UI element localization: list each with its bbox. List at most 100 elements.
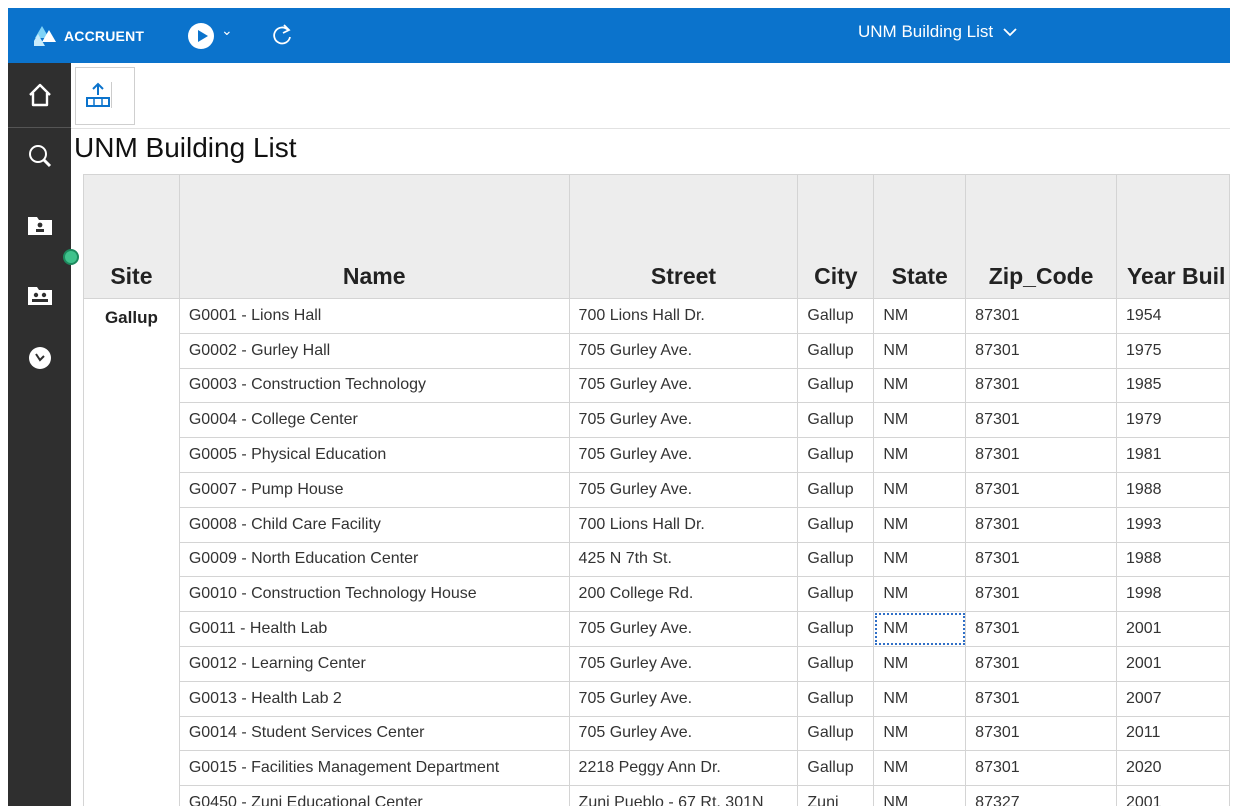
cell-name[interactable]: G0450 - Zuni Educational Center <box>178 785 570 806</box>
sidebar-item-home[interactable] <box>8 63 71 128</box>
cell-state[interactable]: NM <box>873 402 967 439</box>
cell-year-built[interactable]: 2020 <box>1115 750 1230 787</box>
cell-state[interactable]: NM <box>873 715 967 752</box>
run-menu-caret[interactable]: ⌄ <box>221 22 233 39</box>
cell-zip-code[interactable]: 87301 <box>965 680 1117 717</box>
table-row[interactable]: G0007 - Pump House 705 Gurley Ave. Gallup N… <box>84 471 1230 508</box>
cell-zip-code[interactable]: 87301 <box>965 437 1117 473</box>
column-header-year-built[interactable]: Year Buil <box>1115 174 1230 299</box>
table-row[interactable]: G0010 - Construction Technology House 200… <box>84 576 1230 613</box>
table-row[interactable]: G0005 - Physical Education 705 Gurley Ave… <box>84 437 1230 473</box>
redo-icon[interactable] <box>270 21 296 49</box>
cell-state[interactable]: NM <box>873 298 967 334</box>
cell-zip-code[interactable]: 87301 <box>965 750 1117 787</box>
cell-street[interactable]: 705 Gurley Ave. <box>568 367 799 404</box>
cell-year-built[interactable]: 1954 <box>1115 298 1230 334</box>
export-button[interactable] <box>75 67 135 125</box>
cell-year-built[interactable]: 1988 <box>1115 541 1230 578</box>
cell-city[interactable]: Gallup <box>797 750 875 787</box>
cell-city[interactable]: Gallup <box>797 645 875 682</box>
cell-city[interactable]: Gallup <box>797 298 875 334</box>
cell-name[interactable]: G0002 - Gurley Hall <box>178 332 570 369</box>
table-row[interactable]: G0014 - Student Services Center 705 Gurle… <box>84 715 1230 752</box>
cell-year-built[interactable]: 1981 <box>1115 437 1230 473</box>
cell-street[interactable]: 705 Gurley Ave. <box>568 715 799 752</box>
table-row[interactable]: Gallup G0001 - Lions Hall 700 Lions Hall D… <box>83 298 1230 806</box>
cell-name[interactable]: G0003 - Construction Technology <box>178 367 570 404</box>
cell-state[interactable]: NM <box>873 785 967 806</box>
table-row[interactable]: G0013 - Health Lab 2 705 Gurley Ave. Gallu… <box>84 680 1230 717</box>
cell-state[interactable]: NM <box>873 576 967 613</box>
cell-street[interactable]: 705 Gurley Ave. <box>568 402 799 439</box>
column-header-site[interactable]: Site <box>83 174 180 299</box>
cell-name[interactable]: G0012 - Learning Center <box>178 645 570 682</box>
cell-name[interactable]: G0014 - Student Services Center <box>178 715 570 752</box>
cell-year-built[interactable]: 1988 <box>1115 471 1230 508</box>
table-row[interactable]: G0450 - Zuni Educational Center Zuni Pueb… <box>84 785 1230 806</box>
site-group-cell[interactable]: Gallup <box>83 298 180 806</box>
sidebar-item-my-folders[interactable] <box>8 213 71 237</box>
cell-street[interactable]: 425 N 7th St. <box>568 541 799 578</box>
cell-year-built[interactable]: 1979 <box>1115 402 1230 439</box>
column-header-name[interactable]: Name <box>178 174 570 299</box>
cell-state[interactable]: NM <box>873 332 967 369</box>
cell-name[interactable]: G0005 - Physical Education <box>178 437 570 473</box>
table-row[interactable]: G0015 - Facilities Management Department… <box>84 750 1230 787</box>
brand-logo[interactable]: ACCRUENT <box>34 25 144 47</box>
cell-zip-code[interactable]: 87301 <box>965 611 1117 647</box>
cell-city[interactable]: Gallup <box>797 471 875 508</box>
cell-name[interactable]: G0001 - Lions Hall <box>178 298 570 334</box>
cell-city[interactable]: Gallup <box>797 611 875 647</box>
cell-state[interactable]: NM <box>873 437 967 473</box>
cell-zip-code[interactable]: 87301 <box>965 298 1117 334</box>
cell-street[interactable]: 200 College Rd. <box>568 576 799 613</box>
cell-street[interactable]: 705 Gurley Ave. <box>568 645 799 682</box>
cell-name[interactable]: G0010 - Construction Technology House <box>178 576 570 613</box>
cell-street[interactable]: 700 Lions Hall Dr. <box>568 506 799 543</box>
cell-city[interactable]: Gallup <box>797 402 875 439</box>
cell-state[interactable]: NM <box>873 645 967 682</box>
column-header-zip-code[interactable]: Zip_Code <box>965 174 1117 299</box>
cell-name[interactable]: G0004 - College Center <box>178 402 570 439</box>
cell-name[interactable]: G0008 - Child Care Facility <box>178 506 570 543</box>
cell-name[interactable]: G0015 - Facilities Management Department <box>178 750 570 787</box>
cell-street[interactable]: 705 Gurley Ave. <box>568 471 799 508</box>
cell-street[interactable]: Zuni Pueblo - 67 Rt. 301N <box>568 785 799 806</box>
column-header-street[interactable]: Street <box>568 174 799 299</box>
cell-name[interactable]: G0013 - Health Lab 2 <box>178 680 570 717</box>
cell-zip-code[interactable]: 87301 <box>965 645 1117 682</box>
cell-state[interactable]: NM <box>873 471 967 508</box>
sidebar-item-search[interactable] <box>8 142 71 170</box>
cell-city[interactable]: Gallup <box>797 680 875 717</box>
cell-zip-code[interactable]: 87301 <box>965 332 1117 369</box>
cell-zip-code[interactable]: 87301 <box>965 576 1117 613</box>
cell-street[interactable]: 705 Gurley Ave. <box>568 611 799 647</box>
table-row[interactable]: G0002 - Gurley Hall 705 Gurley Ave. Gallup… <box>84 332 1230 369</box>
cell-year-built[interactable]: 2001 <box>1115 785 1230 806</box>
table-row[interactable]: G0003 - Construction Technology 705 Gurle… <box>84 367 1230 404</box>
cell-zip-code[interactable]: 87327 <box>965 785 1117 806</box>
cell-city[interactable]: Gallup <box>797 506 875 543</box>
table-row[interactable]: G0009 - North Education Center 425 N 7th … <box>84 541 1230 578</box>
cell-state[interactable]: NM <box>873 680 967 717</box>
cell-name[interactable]: G0007 - Pump House <box>178 471 570 508</box>
cell-street[interactable]: 705 Gurley Ave. <box>568 437 799 473</box>
sidebar-item-team-folders[interactable] <box>8 283 71 307</box>
table-row[interactable]: G0011 - Health Lab 705 Gurley Ave. Gallup N… <box>84 611 1230 647</box>
cell-zip-code[interactable]: 87301 <box>965 471 1117 508</box>
table-row[interactable]: G0012 - Learning Center 705 Gurley Ave. Ga… <box>84 645 1230 682</box>
cell-year-built[interactable]: 2011 <box>1115 715 1230 752</box>
table-row[interactable]: G0008 - Child Care Facility 700 Lions Hal… <box>84 506 1230 543</box>
cell-city[interactable]: Gallup <box>797 576 875 613</box>
column-header-state[interactable]: State <box>873 174 967 299</box>
cell-state[interactable]: NM <box>873 367 967 404</box>
column-header-city[interactable]: City <box>797 174 875 299</box>
cell-year-built[interactable]: 2001 <box>1115 645 1230 682</box>
cell-city[interactable]: Gallup <box>797 715 875 752</box>
cell-street[interactable]: 705 Gurley Ave. <box>568 332 799 369</box>
report-selector[interactable]: UNM Building List <box>858 22 1017 42</box>
cell-state[interactable]: NM <box>873 506 967 543</box>
play-icon[interactable] <box>188 23 214 49</box>
cell-year-built[interactable]: 1998 <box>1115 576 1230 613</box>
cell-zip-code[interactable]: 87301 <box>965 367 1117 404</box>
